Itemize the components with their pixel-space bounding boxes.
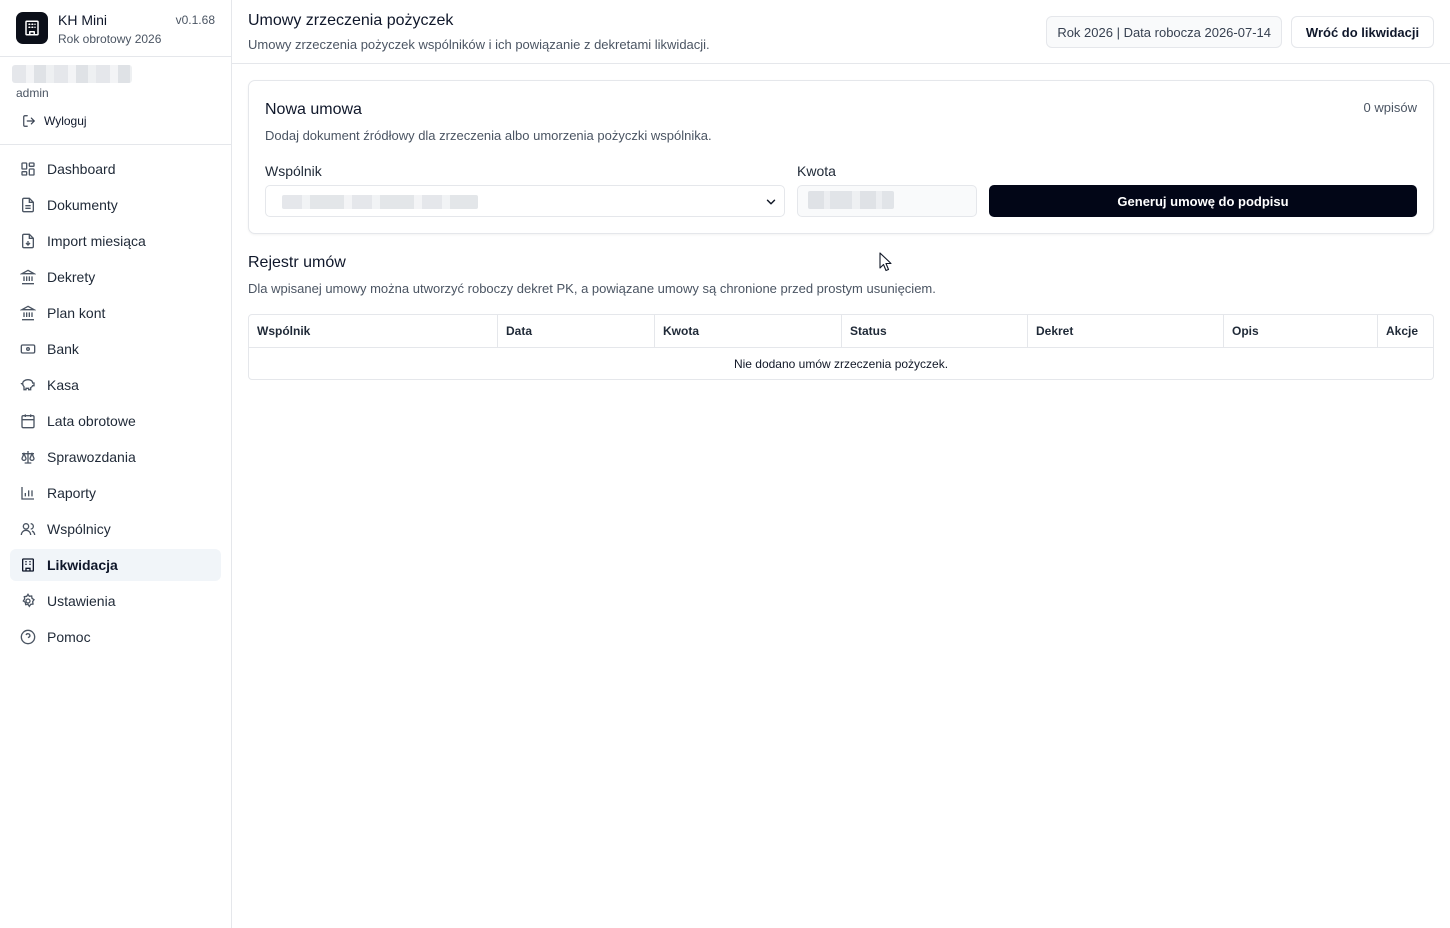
dashboard-icon	[21, 162, 35, 176]
partner-label: Wspólnik	[265, 163, 322, 179]
column-header[interactable]: Dekret	[1028, 315, 1224, 347]
sidebar-item-dashboard[interactable]: Dashboard	[10, 153, 221, 185]
app-version: v0.1.68	[175, 13, 215, 27]
page-header: Umowy zrzeczenia pożyczek Umowy zrzeczen…	[232, 0, 1450, 64]
working-date-badge: Rok 2026 | Data robocza 2026-07-14	[1046, 16, 1282, 48]
column-header[interactable]: Opis	[1224, 315, 1378, 347]
sidebar-item-label: Import miesiąca	[47, 233, 146, 249]
column-header[interactable]: Wspólnik	[249, 315, 498, 347]
empty-table-message: Nie dodano umów zrzeczenia pożyczek.	[733, 356, 949, 371]
sidebar-item-label: Kasa	[47, 377, 79, 393]
sidebar-item-dekrety[interactable]: Dekrety	[10, 261, 221, 293]
document-icon	[22, 197, 34, 213]
sidebar-item-label: Wspólnicy	[47, 521, 111, 537]
sidebar-item-label: Likwidacja	[47, 557, 118, 573]
sidebar: KH Mini Rok obrotowy 2026 v0.1.68 admin …	[0, 0, 232, 928]
partner-select[interactable]	[265, 185, 785, 217]
contracts-table: Wspólnik Data Kwota Status Dekret Opis A…	[248, 314, 1434, 380]
gear-icon	[22, 593, 35, 608]
register-title: Rejestr umów	[248, 254, 346, 271]
sidebar-item-label: Raporty	[47, 485, 97, 501]
landmark-icon	[20, 305, 36, 321]
sidebar-item-import[interactable]: Import miesiąca	[10, 225, 221, 257]
sidebar-item-lata-obrotowe[interactable]: Lata obrotowe	[10, 405, 221, 437]
sidebar-item-label: Dashboard	[47, 161, 116, 177]
sidebar-item-label: Sprawozdania	[47, 449, 136, 465]
scale-icon	[21, 451, 35, 464]
users-icon	[20, 523, 36, 536]
brand-header: KH Mini Rok obrotowy 2026 v0.1.68	[0, 0, 231, 57]
building-icon	[22, 558, 34, 572]
new-contract-card: Nowa umowa 0 wpisów Dodaj dokument źródł…	[248, 80, 1434, 234]
sidebar-item-label: Plan kont	[47, 305, 106, 321]
amount-label: Kwota	[797, 163, 836, 179]
column-header[interactable]: Akcje	[1378, 315, 1433, 347]
landmark-icon	[20, 269, 36, 285]
logout-icon	[23, 115, 35, 127]
app-name: KH Mini	[58, 12, 108, 28]
piggy-bank-icon	[20, 378, 35, 391]
register-description: Dla wpisanej umowy można utworzyć robocz…	[248, 281, 936, 296]
calendar-icon	[21, 414, 35, 429]
page-title: Umowy zrzeczenia pożyczek	[248, 12, 454, 29]
bar-chart-icon	[21, 487, 34, 500]
user-role: admin	[16, 86, 49, 100]
sidebar-item-label: Pomoc	[47, 629, 91, 645]
table-header: Wspólnik Data Kwota Status Dekret Opis A…	[249, 315, 1433, 348]
column-header[interactable]: Status	[842, 315, 1028, 347]
sidebar-item-label: Dekrety	[47, 269, 96, 285]
sidebar-item-label: Bank	[47, 341, 79, 357]
sidebar-nav: Dashboard Dokumenty Import miesiąca Dekr…	[10, 153, 221, 657]
sidebar-item-bank[interactable]: Bank	[10, 333, 221, 365]
sidebar-item-sprawozdania[interactable]: Sprawozdania	[10, 441, 221, 473]
import-icon	[22, 233, 34, 249]
page-subtitle: Umowy zrzeczenia pożyczek wspólników i i…	[248, 37, 710, 52]
mouse-cursor-icon	[879, 252, 892, 272]
banknote-icon	[20, 344, 36, 354]
user-panel	[0, 57, 231, 145]
logout-label: Wyloguj	[44, 114, 87, 128]
fiscal-year-label: Rok obrotowy 2026	[58, 32, 162, 46]
building-icon	[16, 12, 48, 44]
sidebar-item-label: Dokumenty	[47, 197, 118, 213]
column-header[interactable]: Data	[498, 315, 655, 347]
help-icon	[20, 629, 36, 645]
sidebar-item-raporty[interactable]: Raporty	[10, 477, 221, 509]
amount-input[interactable]	[797, 185, 977, 217]
amount-value-redacted	[808, 191, 894, 209]
sidebar-item-label: Ustawienia	[47, 593, 116, 609]
partner-value-redacted	[282, 195, 478, 209]
generate-contract-button[interactable]: Generuj umowę do podpisu	[989, 185, 1417, 217]
entry-count: 0 wpisów	[1363, 100, 1417, 115]
back-to-liquidation-button[interactable]: Wróć do likwidacji	[1291, 16, 1434, 48]
logout-button[interactable]: Wyloguj	[22, 114, 87, 128]
sidebar-item-label: Lata obrotowe	[47, 413, 136, 429]
sidebar-item-dokumenty[interactable]: Dokumenty	[10, 189, 221, 221]
card-title: Nowa umowa	[265, 101, 362, 118]
user-name-redacted	[12, 65, 132, 83]
sidebar-item-likwidacja[interactable]: Likwidacja	[10, 549, 221, 581]
sidebar-item-kasa[interactable]: Kasa	[10, 369, 221, 401]
column-header[interactable]: Kwota	[655, 315, 842, 347]
sidebar-item-ustawienia[interactable]: Ustawienia	[10, 585, 221, 617]
sidebar-item-wspolnicy[interactable]: Wspólnicy	[10, 513, 221, 545]
chevron-down-icon	[766, 199, 776, 205]
card-description: Dodaj dokument źródłowy dla zrzeczenia a…	[265, 128, 712, 143]
sidebar-item-plan-kont[interactable]: Plan kont	[10, 297, 221, 329]
sidebar-item-pomoc[interactable]: Pomoc	[10, 621, 221, 653]
